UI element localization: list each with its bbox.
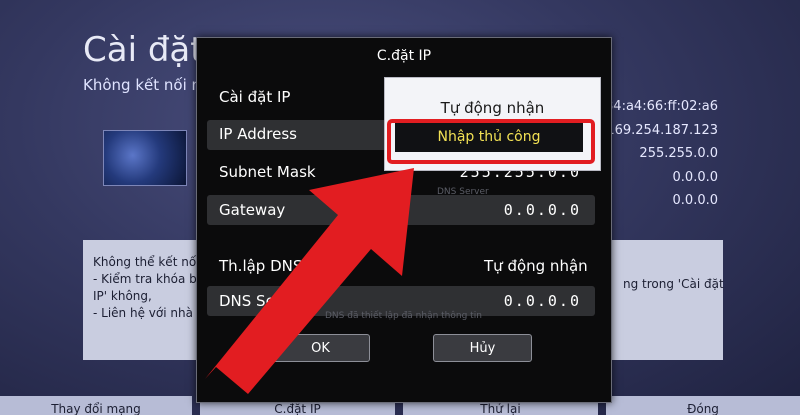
dns-info-watermark: DNS đã thiết lập đã nhận thông tin [325,311,482,321]
ip-address-label: IP Address [219,125,297,143]
dns-setting-label[interactable]: Th.lập DNS [219,257,302,275]
error-line: - Kiểm tra khóa b [93,272,197,286]
gateway-label: Gateway [219,201,286,219]
ok-button[interactable]: OK [271,334,370,362]
error-line: - Liên hệ với nhà [93,306,193,320]
error-message-right: ng trong 'Cài đặt [623,277,724,291]
error-message-left: Không thể kết nố - Kiểm tra khóa b IP' khô… [93,254,197,322]
ip-address-value: 169.254.187.123 [606,122,718,138]
mac-address-value: 84:a4:66:ff:02:a6 [605,99,718,114]
cancel-button[interactable]: Hủy [433,334,532,362]
tab-change-network[interactable]: Thay đổi mạng [0,396,192,415]
dns-server-field-value: 0.0.0.0 [503,292,581,310]
subnet-mask-label[interactable]: Subnet Mask [219,163,316,181]
highlight-box [387,119,595,164]
error-line: IP' không, [93,289,152,303]
network-values-list: 84:a4:66:ff:02:a6 169.254.187.123 255.25… [605,95,718,213]
dns-server-value: 0.0.0.0 [672,193,718,208]
error-line: Không thể kết nố [93,255,197,269]
dropdown-option-automatic[interactable]: Tự động nhận [385,99,600,117]
subnet-mask-value: 255.255.0.0 [639,146,718,161]
background-connection-status: Không kết nối m [83,76,207,94]
tab-close[interactable]: Đóng [606,396,800,415]
dns-server-label: DNS Se [219,292,275,310]
dns-setting-value: Tự động nhận [484,257,588,275]
dialog-title: C.đặt IP [376,48,432,64]
network-thumbnail-image [103,130,187,186]
gateway-value: 0.0.0.0 [672,169,718,185]
ip-setting-label[interactable]: Cài đặt IP [219,88,290,106]
gateway-field-value: 0.0.0.0 [503,201,581,219]
